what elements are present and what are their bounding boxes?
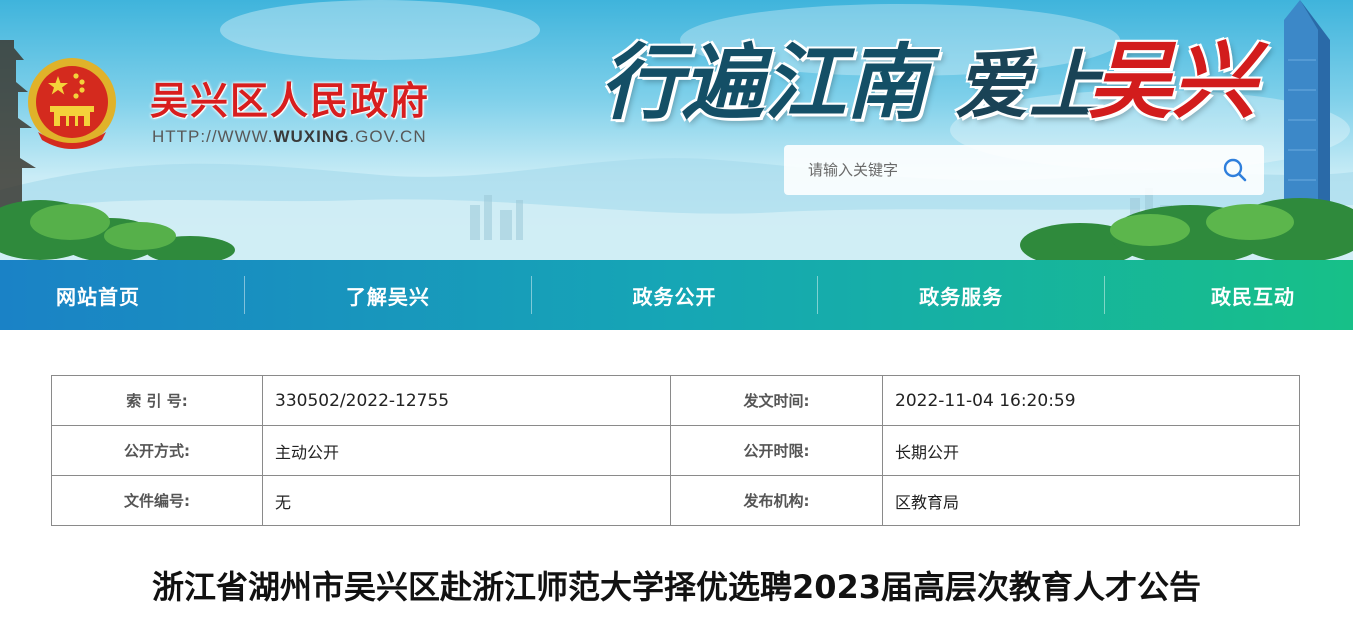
- index-number-label: 索 引 号:: [51, 375, 263, 426]
- search-box: [784, 145, 1264, 195]
- header-banner: 吴兴区人民政府 HTTP://WWW.WUXING.GOV.CN 行遍江南 爱上…: [0, 0, 1353, 260]
- site-name: 吴兴区人民政府: [150, 78, 431, 123]
- document-number-label: 文件编号:: [51, 475, 263, 526]
- index-number-value: 330502/2022-12755: [262, 375, 671, 426]
- search-input[interactable]: [798, 155, 1218, 185]
- nav-item-gov-affairs[interactable]: 政务公开: [532, 260, 818, 330]
- slogan-part1: 行遍江南: [600, 35, 928, 131]
- slogan-part3: 吴兴: [1088, 31, 1257, 130]
- table-row: 公开方式: 主动公开 公开时限: 长期公开: [51, 425, 1300, 476]
- table-row: 索 引 号: 330502/2022-12755 发文时间: 2022-11-0…: [51, 375, 1300, 426]
- slogan-part2: 爱上: [955, 43, 1103, 129]
- national-emblem-icon: [28, 58, 116, 149]
- issuing-agency-label: 发布机构:: [670, 475, 883, 526]
- disclosure-method-label: 公开方式:: [51, 425, 263, 476]
- disclosure-period-value: 长期公开: [882, 425, 1300, 476]
- disclosure-period-label: 公开时限:: [670, 425, 883, 476]
- disclosure-method-value: 主动公开: [262, 425, 671, 476]
- site-url-prefix: HTTP://WWW.: [152, 127, 274, 146]
- nav-item-interaction[interactable]: 政民互动: [1105, 260, 1353, 330]
- article-title: 浙江省湖州市吴兴区赴浙江师范大学择优选聘2023届高层次教育人才公告: [151, 568, 1202, 606]
- search-button[interactable]: [1218, 154, 1252, 186]
- site-url-domain: WUXING: [273, 127, 350, 146]
- document-meta-table: 索 引 号: 330502/2022-12755 发文时间: 2022-11-0…: [51, 375, 1300, 526]
- publish-time-value: 2022-11-04 16:20:59: [882, 375, 1300, 426]
- site-url-suffix: .GOV.CN: [349, 127, 427, 146]
- main-nav: 网站首页 了解吴兴 政务公开 政务服务 政民互动: [0, 260, 1353, 330]
- search-icon: [1223, 158, 1247, 182]
- table-row: 文件编号: 无 发布机构: 区教育局: [51, 475, 1300, 526]
- nav-item-about[interactable]: 了解吴兴: [245, 260, 531, 330]
- issuing-agency-value: 区教育局: [882, 475, 1300, 526]
- publish-time-label: 发文时间:: [670, 375, 883, 426]
- nav-item-home[interactable]: 网站首页: [0, 260, 244, 330]
- site-url: HTTP://WWW.WUXING.GOV.CN: [152, 127, 427, 147]
- nav-item-gov-services[interactable]: 政务服务: [818, 260, 1104, 330]
- document-number-value: 无: [262, 475, 671, 526]
